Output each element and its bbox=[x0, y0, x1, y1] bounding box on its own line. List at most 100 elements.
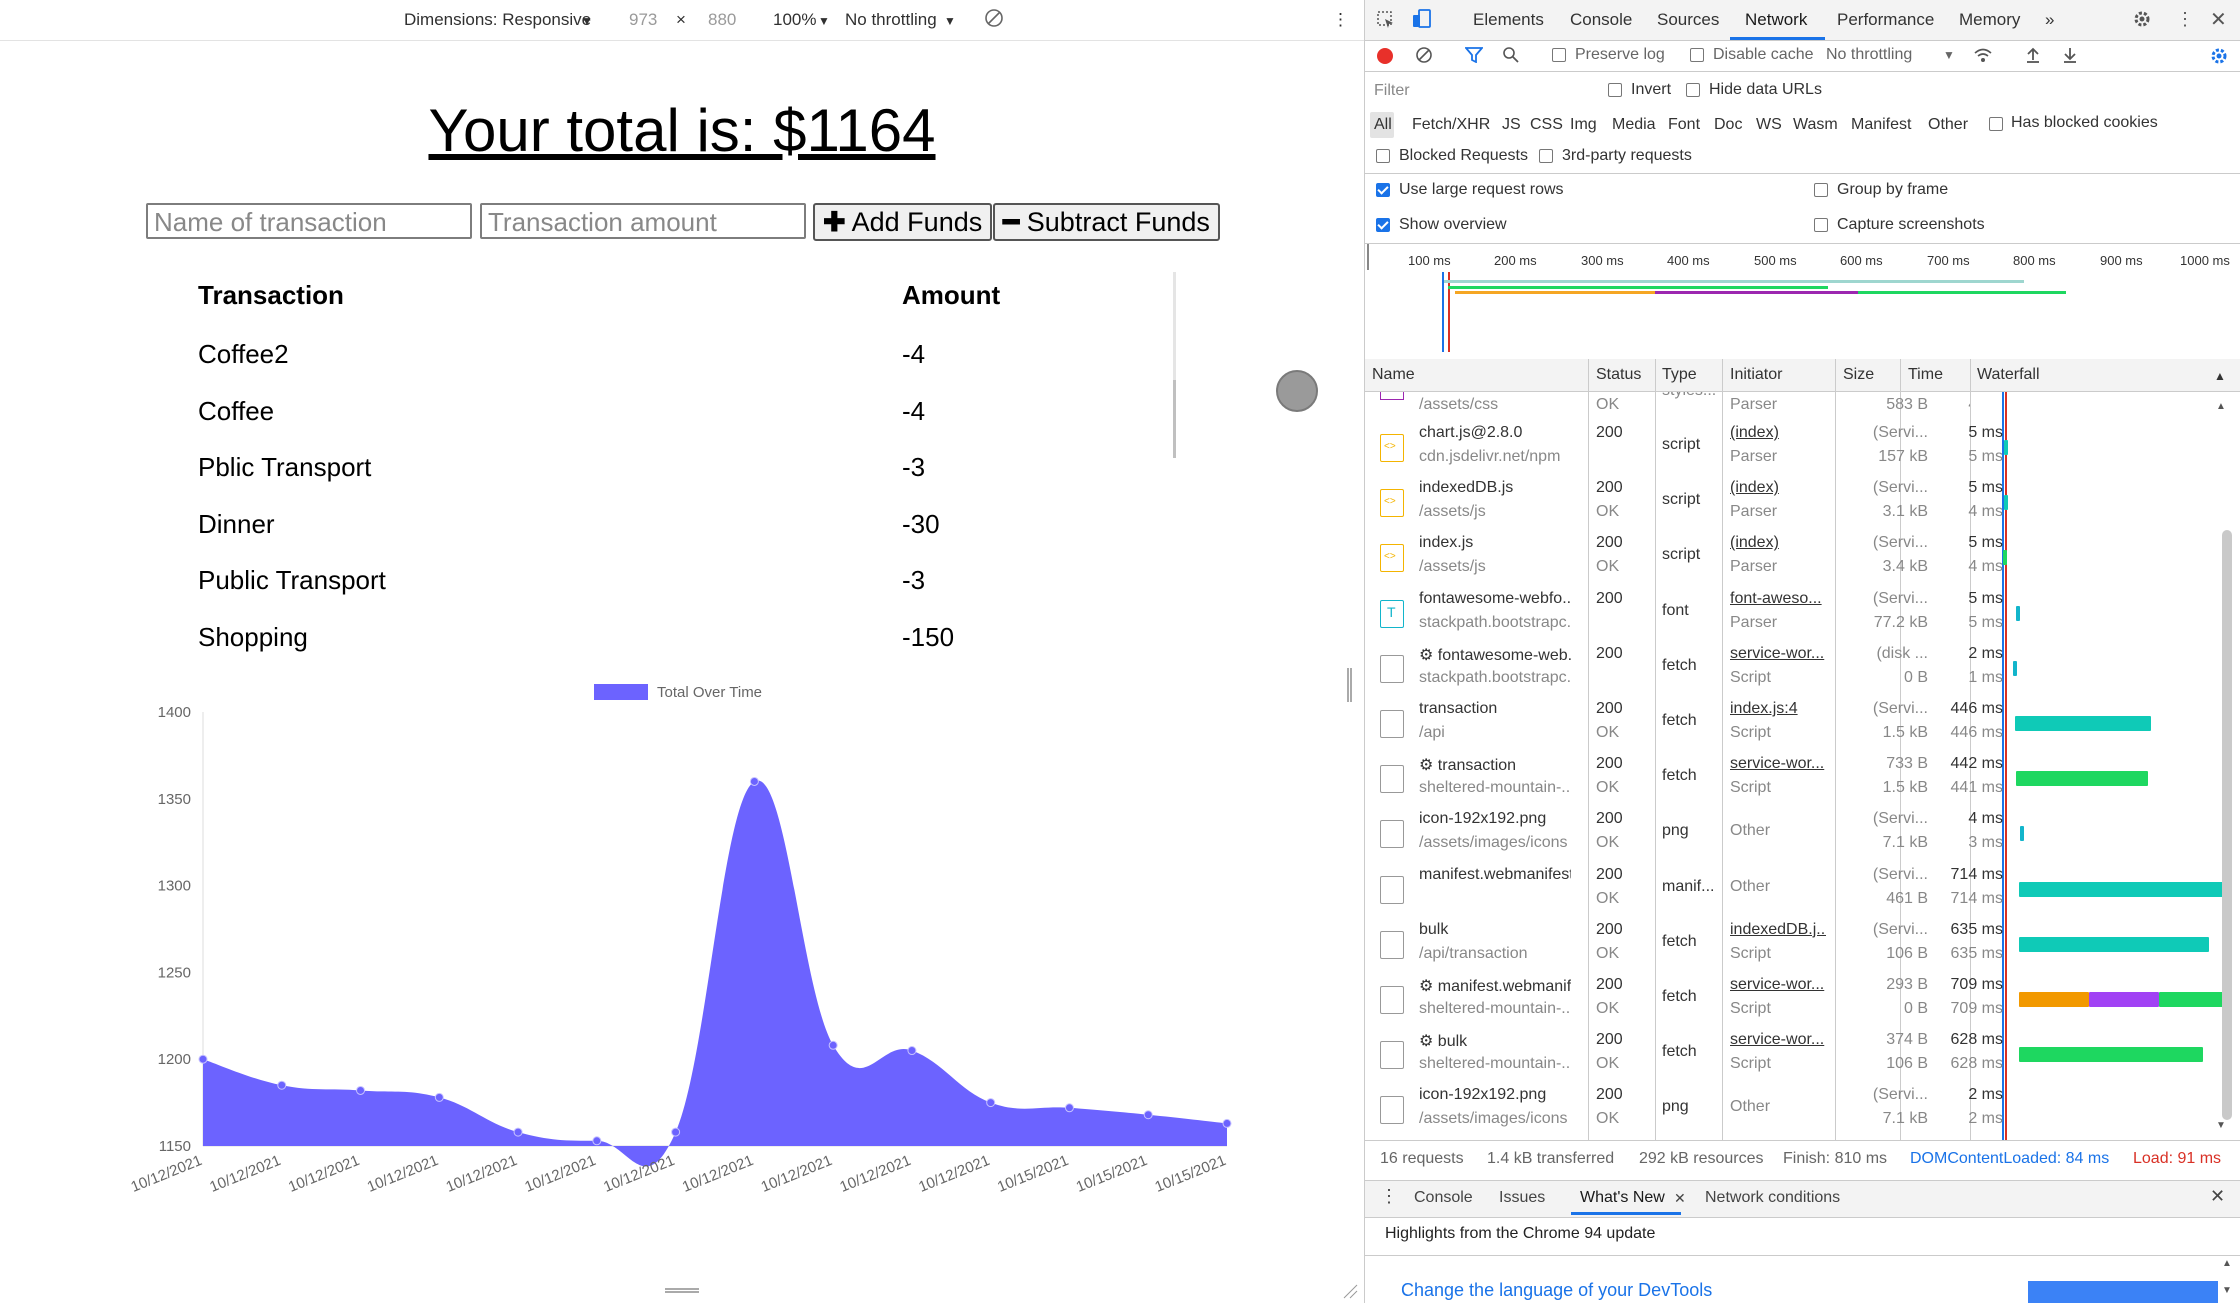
request-initiator[interactable]: index.js:4 bbox=[1730, 700, 1826, 718]
show-overview-checkbox[interactable] bbox=[1376, 218, 1390, 232]
data-point[interactable] bbox=[1064, 1103, 1074, 1113]
tab-performance[interactable]: Performance bbox=[1837, 10, 1934, 30]
filter-type-font[interactable]: Font bbox=[1668, 116, 1700, 134]
request-row[interactable]: indexedDB.js/assets/js 200 OK script (index)… bbox=[1365, 475, 2003, 530]
more-options-icon[interactable]: ⋮ bbox=[1332, 10, 1349, 30]
data-point[interactable] bbox=[198, 1054, 208, 1064]
throttling-dropdown[interactable]: No throttling bbox=[845, 10, 937, 30]
request-initiator[interactable]: service-wor... bbox=[1730, 1031, 1826, 1049]
request-row[interactable]: bulk/api/transaction 200 OK fetch indexedDB.… bbox=[1365, 917, 2003, 972]
record-icon[interactable] bbox=[1377, 48, 1393, 64]
tab-elements[interactable]: Elements bbox=[1473, 10, 1544, 30]
overview-left-handle[interactable] bbox=[1367, 244, 1369, 270]
drawer-tab-issues[interactable]: Issues bbox=[1499, 1189, 1545, 1207]
zoom-dropdown[interactable]: 100% bbox=[773, 10, 816, 30]
filter-type-other[interactable]: Other bbox=[1928, 116, 1968, 134]
request-row[interactable]: ⚙ fontawesome-web... stackpath.bootstrapc… bbox=[1365, 641, 2003, 696]
blocked-requests-checkbox[interactable] bbox=[1376, 149, 1390, 163]
filter-type-doc[interactable]: Doc bbox=[1714, 116, 1742, 134]
transaction-name-input[interactable]: Name of transaction bbox=[146, 203, 472, 239]
devtools-menu-icon[interactable]: ⋮ bbox=[2176, 9, 2194, 30]
network-throttling-dropdown[interactable]: No throttling bbox=[1826, 46, 1912, 64]
settings-gear-icon[interactable] bbox=[2132, 9, 2152, 34]
zoom-chevron-down-icon[interactable]: ▼ bbox=[818, 14, 830, 28]
data-point[interactable] bbox=[434, 1092, 444, 1102]
search-icon[interactable] bbox=[1502, 46, 1520, 69]
resize-corner-icon[interactable] bbox=[1342, 1283, 1358, 1304]
filter-type-manifest[interactable]: Manifest bbox=[1851, 116, 1911, 134]
request-row[interactable]: icon-192x192.png/assets/images/icons 200 O… bbox=[1365, 1082, 2003, 1137]
data-point[interactable] bbox=[277, 1080, 287, 1090]
network-settings-gear-icon[interactable] bbox=[2209, 46, 2229, 71]
dimensions-dropdown[interactable]: Dimensions: Responsive bbox=[404, 10, 591, 30]
request-row-partial[interactable]: /assets/css OK styles... Parser 583 B 4 … bbox=[1365, 392, 1970, 420]
filter-type-js[interactable]: JS bbox=[1502, 116, 1521, 134]
sort-up-icon[interactable]: ▲ bbox=[2214, 369, 2226, 383]
viewport-resize-handle-right[interactable] bbox=[1347, 668, 1352, 702]
invert-checkbox[interactable] bbox=[1608, 83, 1622, 97]
close-devtools-icon[interactable]: ✕ bbox=[2210, 7, 2227, 32]
request-row[interactable]: manifest.webmanifest 200 OK manif... Other (S… bbox=[1365, 862, 2003, 917]
rotate-icon[interactable] bbox=[984, 8, 1004, 33]
column-size[interactable]: Size bbox=[1843, 366, 1874, 384]
drawer-scroll-up-icon[interactable]: ▲ bbox=[2222, 1258, 2232, 1269]
drawer-menu-icon[interactable]: ⋮ bbox=[1380, 1186, 1398, 1207]
disable-cache-checkbox[interactable] bbox=[1690, 48, 1704, 62]
filter-icon[interactable] bbox=[1464, 47, 1484, 68]
request-row[interactable]: icon-192x192.png/assets/images/icons 200 O… bbox=[1365, 806, 2003, 861]
drawer-tab-network-conditions[interactable]: Network conditions bbox=[1705, 1189, 1840, 1207]
drawer-scroll-down-icon[interactable]: ▼ bbox=[2222, 1285, 2232, 1296]
request-row[interactable]: chart.js@2.8.0 cdn.jsdelivr.net/npm 200 scr… bbox=[1365, 420, 2003, 475]
clear-icon[interactable] bbox=[1415, 46, 1433, 69]
viewport-height-field[interactable]: 880 bbox=[708, 10, 736, 30]
data-point[interactable] bbox=[671, 1127, 681, 1137]
inspect-element-icon[interactable] bbox=[1376, 10, 1396, 35]
drawer-tab-console[interactable]: Console bbox=[1414, 1189, 1473, 1207]
device-toggle-icon[interactable] bbox=[1411, 8, 1433, 35]
data-point[interactable] bbox=[828, 1040, 838, 1050]
viewport-width-field[interactable]: 973 bbox=[629, 10, 657, 30]
data-point[interactable] bbox=[986, 1098, 996, 1108]
tab-console[interactable]: Console bbox=[1570, 10, 1632, 30]
viewport-resize-handle-bottom[interactable] bbox=[665, 1288, 699, 1293]
column-name[interactable]: Name bbox=[1372, 366, 1415, 384]
transaction-amount-input[interactable]: Transaction amount bbox=[480, 203, 806, 239]
request-initiator[interactable]: (index) bbox=[1730, 424, 1826, 442]
request-table-scrollbar-thumb[interactable] bbox=[2222, 530, 2232, 1120]
filter-type-wasm[interactable]: Wasm bbox=[1793, 116, 1838, 134]
filter-input[interactable]: Filter bbox=[1374, 82, 1410, 100]
column-type[interactable]: Type bbox=[1662, 366, 1697, 384]
data-point[interactable] bbox=[1143, 1110, 1153, 1120]
column-initiator[interactable]: Initiator bbox=[1730, 366, 1782, 384]
close-tab-icon[interactable]: ✕ bbox=[1674, 1190, 1686, 1207]
capture-screenshots-checkbox[interactable] bbox=[1814, 218, 1828, 232]
tab-memory[interactable]: Memory bbox=[1959, 10, 2020, 30]
column-waterfall[interactable]: Waterfall bbox=[1977, 366, 2040, 384]
request-initiator[interactable]: service-wor... bbox=[1730, 755, 1826, 773]
request-row[interactable]: ⚙ bulk sheltered-mountain-... 200 OK fetch se… bbox=[1365, 1027, 2003, 1082]
hide-data-urls-checkbox[interactable] bbox=[1686, 83, 1700, 97]
grid-scroll-down-icon[interactable]: ▼ bbox=[2216, 1120, 2226, 1131]
filter-type-ws[interactable]: WS bbox=[1756, 116, 1782, 134]
group-by-frame-checkbox[interactable] bbox=[1814, 183, 1828, 197]
close-drawer-icon[interactable]: ✕ bbox=[2210, 1186, 2225, 1207]
filter-type-all[interactable]: All bbox=[1374, 116, 1392, 134]
throttling-chevron-down-icon[interactable]: ▼ bbox=[944, 14, 956, 28]
request-row[interactable]: ⚙ manifest.webmanif... sheltered-mountain… bbox=[1365, 972, 2003, 1027]
request-row[interactable]: transaction/api 200 OK fetch index.js:4 Scrip… bbox=[1365, 696, 2003, 751]
column-time[interactable]: Time bbox=[1908, 366, 1943, 384]
data-point[interactable] bbox=[513, 1127, 523, 1137]
request-initiator[interactable]: service-wor... bbox=[1730, 645, 1826, 663]
filter-type-media[interactable]: Media bbox=[1612, 116, 1656, 134]
grid-scroll-up-icon[interactable]: ▲ bbox=[2216, 401, 2226, 412]
filter-type-css[interactable]: CSS bbox=[1530, 116, 1563, 134]
more-tabs-icon[interactable]: » bbox=[2045, 10, 2054, 30]
data-point[interactable] bbox=[356, 1085, 366, 1095]
data-point[interactable] bbox=[1222, 1118, 1232, 1128]
add-funds-button[interactable]: ✚ Add Funds bbox=[813, 203, 993, 241]
network-conditions-icon[interactable] bbox=[1973, 46, 1993, 69]
import-har-icon[interactable] bbox=[2025, 46, 2041, 69]
request-initiator[interactable]: service-wor... bbox=[1730, 976, 1826, 994]
table-scrollbar-thumb[interactable] bbox=[1173, 380, 1176, 458]
export-har-icon[interactable] bbox=[2062, 46, 2078, 69]
